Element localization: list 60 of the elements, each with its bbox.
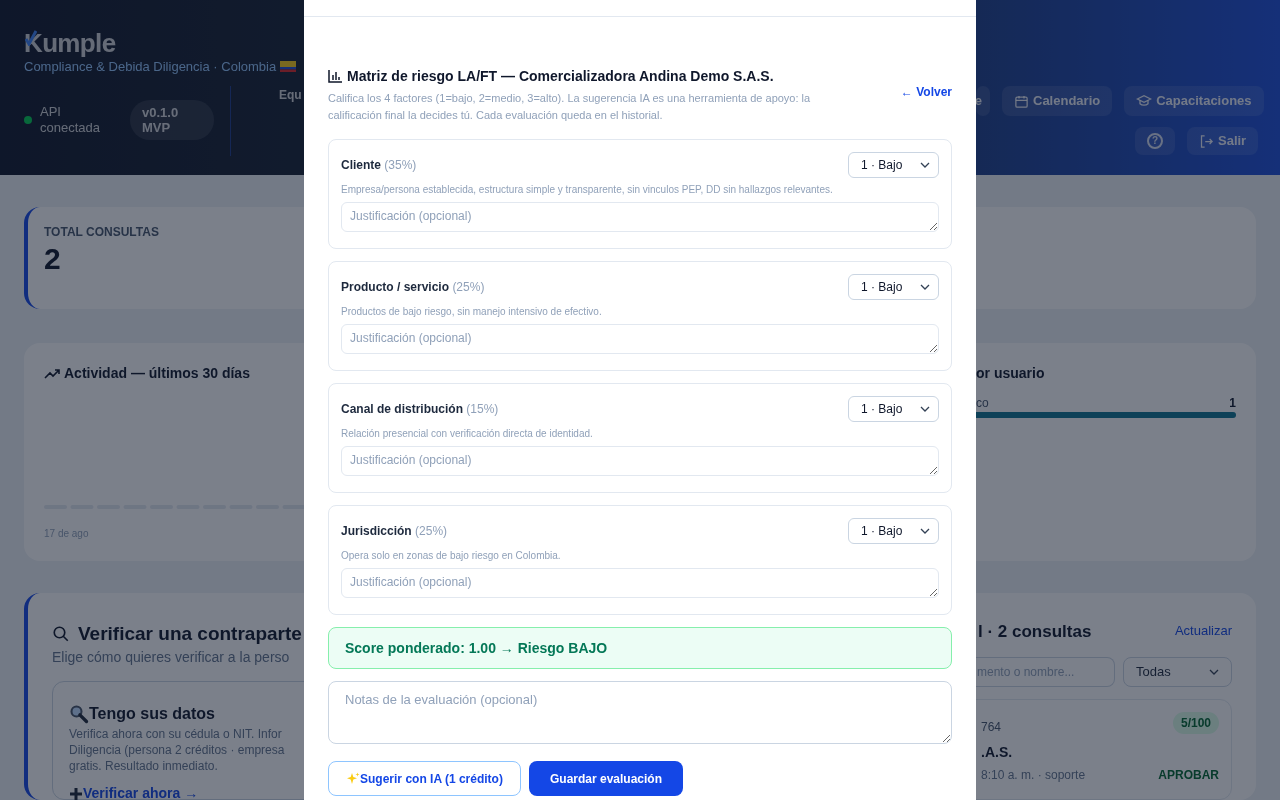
chevron-down-icon bbox=[920, 406, 930, 412]
notes-field[interactable]: Notas de la evaluación (opcional) bbox=[328, 681, 952, 744]
card-title: Actividad — últimos 30 días bbox=[64, 364, 250, 383]
api-status: API conectada bbox=[40, 104, 101, 136]
search-icon bbox=[52, 625, 70, 644]
section-subtitle: Elige cómo quieres verificar a la perso bbox=[52, 648, 290, 667]
justification-field[interactable]: Justificación (opcional) bbox=[341, 202, 939, 232]
score-result: Score ponderado: 1.00 → Riesgo BAJO bbox=[328, 627, 952, 669]
rating-select[interactable]: 1 · Bajo bbox=[848, 518, 939, 544]
user-label: co bbox=[976, 395, 989, 412]
chevron-down-icon bbox=[920, 162, 930, 168]
section-title: Verificar una contraparte bbox=[78, 622, 302, 646]
justification-field[interactable]: Justificación (opcional) bbox=[341, 568, 939, 598]
flag-icon bbox=[280, 61, 297, 73]
bar-chart-icon bbox=[328, 70, 342, 83]
suggest-ai-button[interactable]: Sugerir con IA (1 crédito) bbox=[328, 761, 521, 796]
rating-select[interactable]: 1 · Bajo bbox=[848, 396, 939, 422]
justification-field[interactable]: Justificación (opcional) bbox=[341, 324, 939, 354]
nav-label: Equ bbox=[279, 87, 302, 104]
filter-select[interactable]: Todas bbox=[1123, 657, 1232, 687]
section-title: l · 2 consultas bbox=[978, 621, 1092, 643]
logo: Kumple bbox=[24, 27, 116, 60]
factor-label: Canal de distribución (15%) bbox=[341, 401, 499, 418]
factor-label: Producto / servicio (25%) bbox=[341, 279, 485, 296]
trend-up-icon bbox=[44, 367, 60, 380]
factor-description: Relación presencial con verificación directa de identidad. bbox=[341, 427, 594, 441]
stat-value: 2 bbox=[44, 241, 62, 277]
card-title: or usuario bbox=[976, 364, 1045, 383]
factor-description: Opera solo en zonas de bajo riesgo en Colombia. bbox=[341, 549, 562, 563]
calendar-icon bbox=[1014, 93, 1029, 109]
modal-description: Califica los 4 factores (1=bajo, 2=medio, 3=alto). La sugerencia IA es una herramienta de apoyo: la calificación final la decides tú. Cada evaluación queda en el historial. bbox=[328, 91, 812, 123]
option-title: Tengo sus datos bbox=[89, 704, 215, 724]
decision-label: APROBAR bbox=[1158, 767, 1219, 784]
plus-icon bbox=[69, 786, 83, 800]
stat-label: TOTAL CONSULTAS bbox=[44, 224, 160, 241]
factor-description: Empresa/persona establecida, estructura simple y transparente, sin vinculos PEP, DD sin hallazgos relevantes. bbox=[341, 183, 834, 197]
magnifier-icon bbox=[69, 704, 89, 724]
graduation-cap-icon bbox=[1136, 93, 1153, 109]
score-badge: 5/100 bbox=[1172, 712, 1219, 734]
refresh-link[interactable]: Actualizar bbox=[1174, 621, 1232, 641]
record-name: .A.S. bbox=[981, 743, 1013, 762]
chevron-down-icon bbox=[920, 284, 930, 290]
option-description: Verifica ahora con su cédula o NIT. Infor Diligencia (persona 2 créditos · empresa gratis. Resultado inmediato. bbox=[69, 726, 285, 774]
chevron-down-icon bbox=[1209, 669, 1219, 675]
back-link[interactable]: ← Volver bbox=[900, 83, 952, 101]
verify-link[interactable]: Verificar ahora → bbox=[83, 783, 199, 800]
record-meta: 8:10 a. m. · soporte bbox=[981, 767, 1086, 784]
record-id: 764 bbox=[981, 719, 1002, 736]
factor-label: Cliente (35%) bbox=[341, 157, 417, 174]
rating-select[interactable]: 1 · Bajo bbox=[848, 274, 939, 300]
logout-icon bbox=[1199, 133, 1214, 149]
justification-field[interactable]: Justificación (opcional) bbox=[341, 446, 939, 476]
factor-description: Productos de bajo riesgo, sin manejo intensivo de efectivo. bbox=[341, 305, 603, 319]
tagline: Compliance & Debida Diligencia · Colombia bbox=[24, 58, 277, 76]
factor-label: Jurisdicción (25%) bbox=[341, 523, 448, 540]
rating-select[interactable]: 1 · Bajo bbox=[848, 152, 939, 178]
chevron-down-icon bbox=[920, 528, 930, 534]
user-count: 1 bbox=[1229, 395, 1236, 412]
save-button[interactable]: Guardar evaluación bbox=[529, 761, 683, 796]
modal-title: Matriz de riesgo LA/FT — Comercializadora Andina Demo S.A.S. bbox=[347, 67, 774, 86]
